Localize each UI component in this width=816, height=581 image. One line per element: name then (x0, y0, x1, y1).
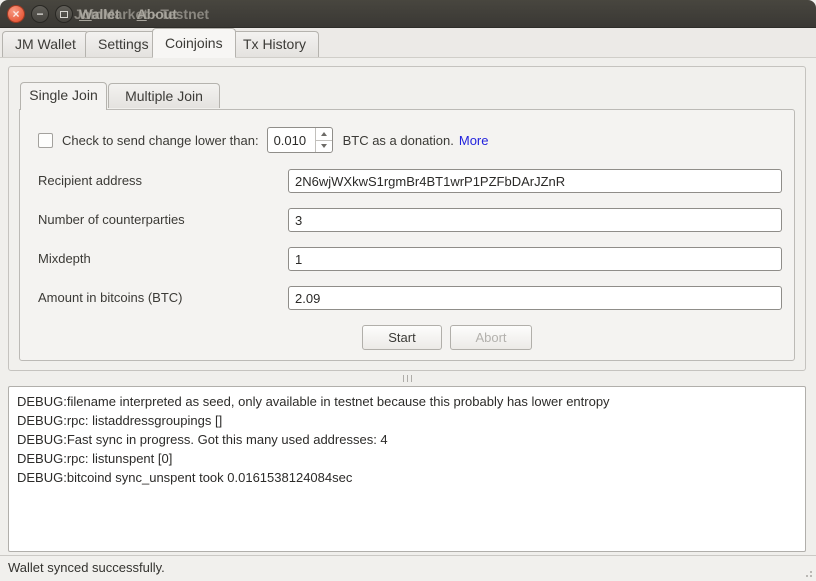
donation-checkbox-label: Check to send change lower than: (62, 133, 259, 148)
spin-down-icon (321, 144, 327, 148)
mixdepth-input[interactable] (288, 247, 782, 271)
resize-grip[interactable] (802, 567, 812, 577)
tab-coinjoins[interactable]: Coinjoins (152, 28, 236, 58)
amount-btc-label: Amount in bitcoins (BTC) (38, 286, 183, 310)
main-tabbar: JM Wallet Settings Coinjoins Tx History (0, 28, 816, 58)
amount-btc-input[interactable] (288, 286, 782, 310)
log-line: DEBUG:rpc: listaddressgroupings [] (17, 411, 797, 430)
donation-amount-input[interactable] (268, 128, 315, 152)
log-line: DEBUG:rpc: listunspent [0] (17, 449, 797, 468)
subtab-single-join[interactable]: Single Join (20, 82, 107, 110)
counterparties-label: Number of counterparties (38, 208, 185, 232)
menu-wallet[interactable]: Wallet (79, 0, 120, 28)
tab-jm-wallet[interactable]: JM Wallet (2, 31, 89, 57)
counterparties-input[interactable] (288, 208, 782, 232)
spin-up-button[interactable] (316, 128, 332, 141)
spin-up-icon (321, 132, 327, 136)
menubar: Wallet About (79, 0, 190, 28)
app-window: × − JoinMarket - Testnet Wallet About JM… (0, 0, 816, 581)
donation-row: Check to send change lower than: BTC as … (38, 126, 489, 154)
splitter-handle[interactable] (395, 374, 419, 383)
log-line: DEBUG:filename interpreted as seed, only… (17, 392, 797, 411)
subtab-multiple-join[interactable]: Multiple Join (108, 83, 220, 108)
recipient-address-input[interactable] (288, 169, 782, 193)
field-row: Mixdepth (20, 247, 794, 271)
log-line: DEBUG:Fast sync in progress. Got this ma… (17, 430, 797, 449)
spin-down-button[interactable] (316, 141, 332, 153)
field-row: Number of counterparties (20, 208, 794, 232)
status-message: Wallet synced successfully. (8, 556, 165, 580)
minimize-icon[interactable]: − (31, 5, 49, 23)
maximize-square (60, 11, 68, 18)
maximize-icon[interactable] (55, 5, 73, 23)
donation-amount-spinbox[interactable] (267, 127, 333, 153)
field-row: Amount in bitcoins (BTC) (20, 286, 794, 310)
abort-button[interactable]: Abort (450, 325, 532, 350)
statusbar: Wallet synced successfully. (0, 555, 816, 581)
donation-more-link[interactable]: More (459, 133, 489, 148)
close-icon[interactable]: × (7, 5, 25, 23)
mixdepth-label: Mixdepth (38, 247, 91, 271)
field-row: Recipient address (20, 169, 794, 193)
single-join-pane: Check to send change lower than: BTC as … (19, 109, 795, 361)
start-button[interactable]: Start (362, 325, 442, 350)
coinjoins-frame: Single Join Multiple Join Check to send … (8, 66, 806, 371)
menu-about[interactable]: About (137, 0, 177, 28)
recipient-address-label: Recipient address (38, 169, 142, 193)
log-line: DEBUG:bitcoind sync_unspent took 0.01615… (17, 468, 797, 487)
debug-log[interactable]: DEBUG:filename interpreted as seed, only… (8, 386, 806, 552)
spin-buttons (315, 128, 332, 152)
donation-checkbox[interactable] (38, 133, 53, 148)
tab-tx-history[interactable]: Tx History (230, 31, 319, 57)
tab-settings[interactable]: Settings (85, 31, 162, 57)
donation-suffix-label: BTC as a donation. (343, 133, 454, 148)
titlebar: × − JoinMarket - Testnet Wallet About (0, 0, 816, 28)
